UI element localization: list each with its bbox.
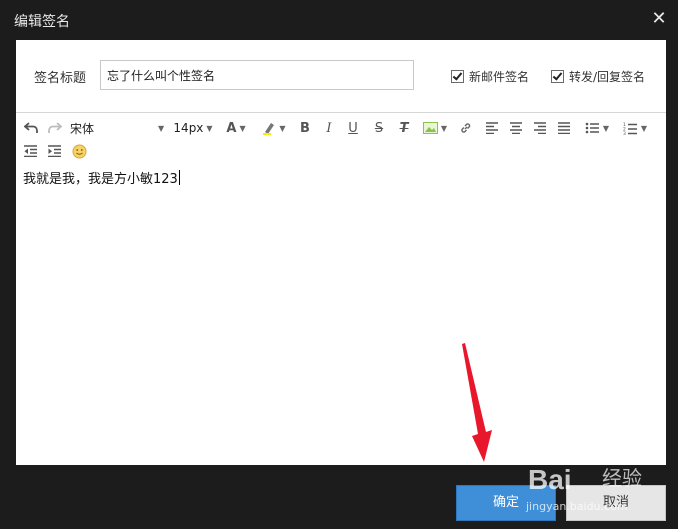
numbered-list-icon: 123: [623, 122, 637, 135]
italic-icon: I: [326, 120, 332, 136]
bullet-list-icon: [585, 122, 599, 134]
font-size-value: 14px: [173, 121, 204, 135]
underline-button[interactable]: U: [344, 117, 362, 139]
indent-icon[interactable]: [44, 140, 64, 162]
underline-icon: U: [348, 120, 358, 136]
bold-button[interactable]: B: [296, 117, 314, 139]
svg-text:3: 3: [623, 131, 626, 135]
align-left-icon[interactable]: [482, 117, 502, 139]
bold-icon: B: [300, 120, 310, 136]
emoji-icon[interactable]: [69, 140, 89, 162]
align-center-icon[interactable]: [506, 117, 526, 139]
undo-icon[interactable]: [22, 117, 40, 139]
new-mail-signature-checkbox[interactable]: 新邮件签名: [451, 68, 529, 85]
chevron-down-icon: ▼: [158, 123, 165, 133]
forward-reply-signature-label: 转发/回复签名: [569, 70, 646, 84]
dialog-body: 签名标题 新邮件签名 转发/回复签名 宋体 ▼ 14px ▼ A ▼: [16, 40, 666, 465]
dialog-title: 编辑签名: [14, 14, 70, 30]
font-family-value: 宋体: [70, 121, 95, 136]
close-icon[interactable]: ✕: [650, 10, 668, 28]
outdent-icon[interactable]: [20, 140, 40, 162]
chevron-down-icon: ▼: [602, 123, 610, 133]
signature-content: 我就是我，我是方小敏123: [23, 172, 178, 187]
highlight-color-button[interactable]: ▼: [258, 117, 290, 139]
align-justify-icon[interactable]: [554, 117, 574, 139]
chevron-down-icon: ▼: [640, 123, 648, 133]
cancel-button[interactable]: 取消: [566, 485, 666, 521]
font-color-icon: A: [226, 120, 237, 136]
unordered-list-button[interactable]: ▼: [580, 117, 614, 139]
image-icon: [422, 122, 438, 134]
insert-image-button[interactable]: ▼: [420, 117, 450, 139]
redo-icon[interactable]: [46, 117, 64, 139]
chevron-down-icon: ▼: [279, 123, 286, 133]
text-cursor: [178, 170, 180, 185]
highlighter-icon: [263, 123, 275, 135]
font-family-select[interactable]: 宋体 ▼: [70, 117, 166, 139]
checkbox-checked-icon[interactable]: [451, 70, 464, 83]
forward-reply-signature-checkbox[interactable]: 转发/回复签名: [551, 68, 645, 85]
new-mail-signature-label: 新邮件签名: [469, 70, 530, 84]
chevron-down-icon: ▼: [239, 123, 246, 133]
chevron-down-icon: ▼: [206, 123, 213, 133]
align-right-icon[interactable]: [530, 117, 550, 139]
italic-button[interactable]: I: [320, 117, 338, 139]
signature-header-row: 签名标题 新邮件签名 转发/回复签名: [16, 40, 666, 113]
signature-editor[interactable]: 我就是我，我是方小敏123: [23, 168, 653, 448]
chevron-down-icon: ▼: [440, 123, 448, 133]
clear-format-button[interactable]: T: [394, 117, 414, 139]
font-color-button[interactable]: A ▼: [222, 117, 250, 139]
strikethrough-button[interactable]: S: [370, 117, 388, 139]
dialog-titlebar: 编辑签名 ✕: [0, 0, 678, 40]
ordered-list-button[interactable]: 123 ▼: [618, 117, 652, 139]
link-icon[interactable]: [456, 117, 476, 139]
signature-title-input[interactable]: [100, 60, 414, 90]
signature-title-label: 签名标题: [34, 71, 87, 86]
checkbox-checked-icon[interactable]: [551, 70, 564, 83]
font-size-select[interactable]: 14px ▼: [170, 117, 216, 139]
editor-toolbar: 宋体 ▼ 14px ▼ A ▼ ▼ B I U S T ▼ ▼ 1 2 3 ▼: [16, 113, 666, 163]
confirm-button[interactable]: 确定: [456, 485, 556, 521]
strikethrough-icon: S: [374, 120, 384, 136]
clear-format-icon: T: [399, 120, 409, 136]
